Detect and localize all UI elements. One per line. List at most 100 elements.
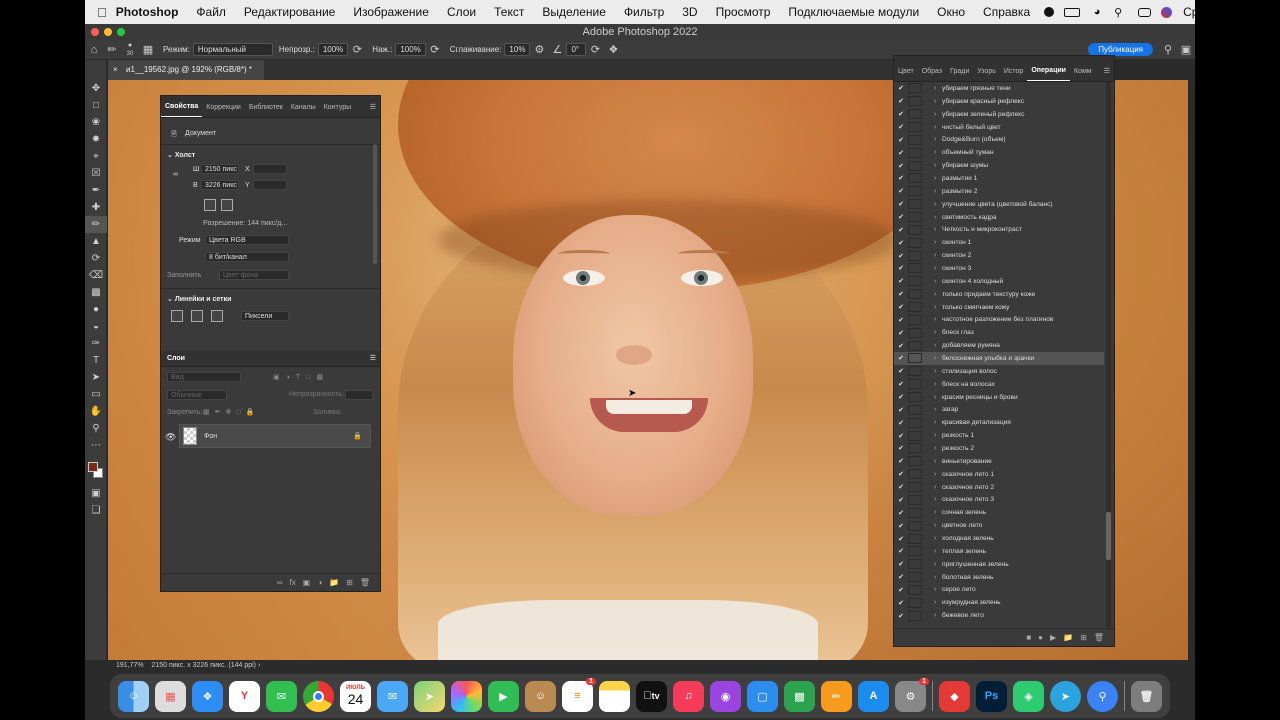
action-dialog-toggle[interactable] bbox=[908, 520, 922, 531]
action-item[interactable]: ✔ › красим ресницы и брови bbox=[894, 391, 1104, 404]
action-dialog-toggle[interactable] bbox=[908, 443, 922, 454]
quick-select-tool-icon[interactable]: ✸ bbox=[85, 131, 107, 148]
action-enabled-checkmark-icon[interactable]: ✔ bbox=[894, 457, 908, 465]
action-dialog-toggle[interactable] bbox=[908, 366, 922, 377]
history-brush-tool-icon[interactable]: ⟳ bbox=[85, 250, 107, 267]
close-window-button[interactable] bbox=[91, 28, 99, 36]
action-dialog-toggle[interactable] bbox=[908, 597, 922, 608]
action-item[interactable]: ✔ › резкость 2 bbox=[894, 442, 1104, 455]
expand-chevron-icon[interactable]: › bbox=[934, 599, 942, 606]
action-item[interactable]: ✔ › сказочное лето 3 bbox=[894, 494, 1104, 507]
stop-icon[interactable]: ■ bbox=[1026, 633, 1031, 642]
action-item[interactable]: ✔ › размытие 2 bbox=[894, 185, 1104, 198]
action-enabled-checkmark-icon[interactable]: ✔ bbox=[894, 612, 908, 620]
angle-input[interactable]: 0° bbox=[566, 43, 587, 56]
link-icon[interactable]: ∞ bbox=[173, 171, 178, 178]
action-enabled-checkmark-icon[interactable]: ✔ bbox=[894, 380, 908, 388]
action-enabled-checkmark-icon[interactable]: ✔ bbox=[894, 290, 908, 298]
safari-icon[interactable]: ❖ bbox=[192, 680, 223, 712]
contacts-icon[interactable]: ☺ bbox=[525, 680, 556, 712]
action-item[interactable]: ✔ › виньетирование bbox=[894, 455, 1104, 468]
action-enabled-checkmark-icon[interactable]: ✔ bbox=[894, 560, 908, 568]
opacity-input[interactable]: 100% bbox=[317, 43, 349, 56]
expand-chevron-icon[interactable]: › bbox=[934, 458, 942, 465]
pressure-opacity-icon[interactable]: ⟳ bbox=[348, 43, 366, 56]
tab-libraries[interactable]: Библиотек bbox=[245, 104, 287, 117]
expand-chevron-icon[interactable]: › bbox=[934, 496, 942, 503]
fill-select[interactable]: Цвет фона bbox=[219, 270, 289, 280]
action-dialog-toggle[interactable] bbox=[908, 379, 922, 390]
action-enabled-checkmark-icon[interactable]: ✔ bbox=[894, 599, 908, 607]
document-tab[interactable]: × и1__19562.jpg @ 192% (RGB/8*) * bbox=[108, 60, 264, 80]
expand-chevron-icon[interactable]: › bbox=[934, 394, 942, 401]
action-enabled-checkmark-icon[interactable]: ✔ bbox=[894, 444, 908, 452]
menu-plugins[interactable]: Подключаемые модули bbox=[779, 5, 928, 19]
action-enabled-checkmark-icon[interactable]: ✔ bbox=[894, 226, 908, 234]
expand-chevron-icon[interactable]: › bbox=[934, 214, 942, 221]
hand-tool-icon[interactable]: ✋ bbox=[85, 403, 107, 420]
action-item[interactable]: ✔ › объемный туман bbox=[894, 146, 1104, 159]
action-item[interactable]: ✔ › сказочное лето 1 bbox=[894, 468, 1104, 481]
action-dialog-toggle[interactable] bbox=[908, 533, 922, 544]
expand-chevron-icon[interactable]: › bbox=[934, 162, 942, 169]
zoom-window-button[interactable] bbox=[117, 28, 125, 36]
eyedropper-tool-icon[interactable]: ✒ bbox=[85, 182, 107, 199]
action-enabled-checkmark-icon[interactable]: ✔ bbox=[894, 354, 908, 362]
action-dialog-toggle[interactable] bbox=[908, 507, 922, 518]
document-info[interactable]: 2150 пикс. x 3226 пикс. (144 ppi) bbox=[151, 662, 256, 669]
action-item[interactable]: ✔ › красивая детализация bbox=[894, 416, 1104, 429]
gradient-tool-icon[interactable]: ▩ bbox=[85, 284, 107, 301]
zoom-tool-icon[interactable]: ⚲ bbox=[85, 420, 107, 437]
expand-chevron-icon[interactable]: › bbox=[934, 342, 942, 349]
action-enabled-checkmark-icon[interactable]: ✔ bbox=[894, 496, 908, 504]
menu-file[interactable]: Файл bbox=[187, 5, 235, 19]
menu-edit[interactable]: Редактирование bbox=[235, 5, 344, 19]
tab-actions[interactable]: Операции bbox=[1027, 67, 1070, 81]
action-enabled-checkmark-icon[interactable]: ✔ bbox=[894, 162, 908, 170]
action-item[interactable]: ✔ › приглушенная зелень bbox=[894, 558, 1104, 571]
tab-layers[interactable]: Слои bbox=[167, 355, 185, 362]
action-enabled-checkmark-icon[interactable]: ✔ bbox=[894, 174, 908, 182]
action-enabled-checkmark-icon[interactable]: ✔ bbox=[894, 586, 908, 594]
dodge-tool-icon[interactable]: ◒ bbox=[85, 318, 107, 335]
smoothing-input[interactable]: 10% bbox=[504, 43, 531, 56]
action-enabled-checkmark-icon[interactable]: ✔ bbox=[894, 470, 908, 478]
action-item[interactable]: ✔ › бежевое лето bbox=[894, 609, 1104, 622]
rulers-section-header[interactable]: ⌄ Линейки и сетки bbox=[167, 295, 231, 303]
properties-scrollbar[interactable] bbox=[373, 144, 377, 264]
action-dialog-toggle[interactable] bbox=[908, 572, 922, 583]
expand-chevron-icon[interactable]: › bbox=[934, 291, 942, 298]
layers-menu-icon[interactable]: ☰ bbox=[370, 354, 376, 362]
action-enabled-checkmark-icon[interactable]: ✔ bbox=[894, 149, 908, 157]
action-item[interactable]: ✔ › холодная зелень bbox=[894, 532, 1104, 545]
quick-mask-icon[interactable]: ▣ bbox=[85, 485, 107, 502]
action-item[interactable]: ✔ › скинтон 2 bbox=[894, 249, 1104, 262]
photos-icon[interactable] bbox=[451, 680, 482, 712]
layer-opacity-input[interactable] bbox=[345, 390, 373, 400]
record-icon[interactable] bbox=[1044, 7, 1055, 17]
landscape-orientation-icon[interactable] bbox=[221, 199, 233, 211]
screen-mode-icon[interactable]: ❏ bbox=[85, 502, 107, 519]
expand-chevron-icon[interactable]: › bbox=[934, 149, 942, 156]
action-dialog-toggle[interactable] bbox=[908, 584, 922, 595]
expand-chevron-icon[interactable]: › bbox=[934, 85, 942, 92]
tab-patterns[interactable]: Узорь bbox=[973, 68, 1000, 81]
system-settings-icon[interactable]: ⚙ 1 bbox=[895, 677, 929, 712]
link-layers-icon[interactable]: ∞ bbox=[277, 578, 283, 587]
facetime-icon[interactable]: ▶ bbox=[488, 680, 519, 712]
blend-mode-select[interactable]: Нормальный bbox=[192, 43, 273, 56]
tab-color[interactable]: Цвет bbox=[894, 68, 918, 81]
action-dialog-toggle[interactable] bbox=[908, 186, 922, 197]
apple-icon[interactable]:  bbox=[97, 5, 107, 20]
expand-chevron-icon[interactable]: › bbox=[934, 586, 942, 593]
action-dialog-toggle[interactable] bbox=[908, 96, 922, 107]
new-action-icon[interactable]: ⊞ bbox=[1080, 633, 1087, 642]
finder-icon[interactable]: ☺ bbox=[118, 680, 149, 712]
music-icon[interactable]: ♫ bbox=[673, 680, 704, 712]
menu-select[interactable]: Выделение bbox=[533, 5, 615, 19]
action-dialog-toggle[interactable] bbox=[908, 160, 922, 171]
lock-icons[interactable]: ▦✒✥□🔒 bbox=[203, 408, 259, 416]
action-dialog-toggle[interactable] bbox=[908, 456, 922, 467]
shape-tool-icon[interactable]: ▭ bbox=[85, 386, 107, 403]
menu-filter[interactable]: Фильтр bbox=[615, 5, 673, 19]
